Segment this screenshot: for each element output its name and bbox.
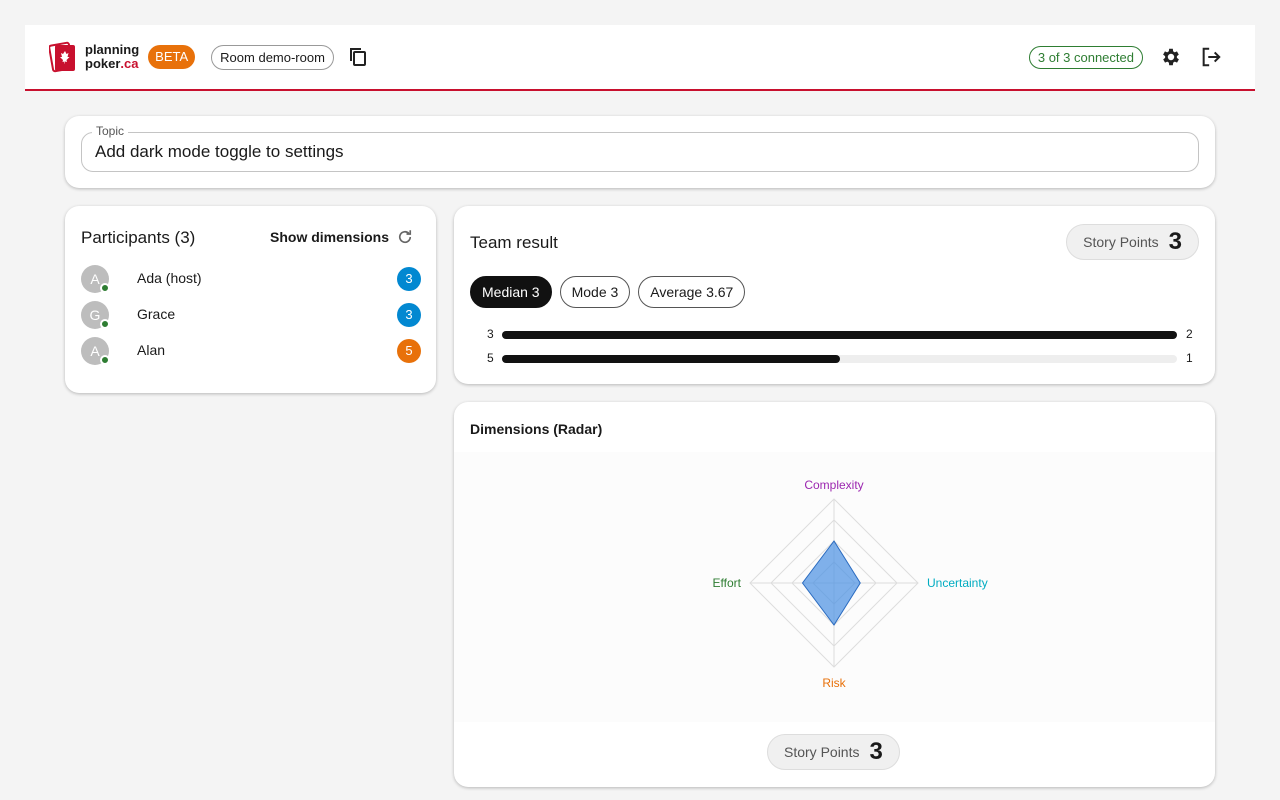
show-dimensions-button[interactable]: Show dimensions <box>270 229 389 245</box>
radar-data-polygon <box>801 540 861 626</box>
vote-badge: 5 <box>397 339 421 363</box>
online-status-dot <box>100 283 110 293</box>
stat-chips: Median 3 Mode 3 Average 3.67 <box>470 276 753 308</box>
participant-name: Ada (host) <box>137 270 202 286</box>
copy-icon[interactable] <box>346 45 370 69</box>
radar-axis-label: Risk <box>822 676 846 690</box>
room-chip: Room demo-room <box>211 44 334 70</box>
topic-input[interactable] <box>95 133 1185 171</box>
mode-chip[interactable]: Mode 3 <box>559 276 631 308</box>
online-status-dot <box>100 319 110 329</box>
median-chip[interactable]: Median 3 <box>470 276 552 308</box>
logo-line2-main: poker <box>85 56 121 71</box>
distribution-value: 5 <box>487 351 494 365</box>
distribution-count: 1 <box>1186 351 1193 365</box>
connection-status-badge: 3 of 3 connected <box>1028 45 1143 69</box>
participant-row: A Alan 5 <box>81 336 421 366</box>
distribution-count: 2 <box>1186 327 1193 341</box>
distribution-row: 5 1 <box>470 351 1200 365</box>
story-points-chip: Story Points 3 <box>1066 224 1199 260</box>
story-points-value: 3 <box>869 738 883 765</box>
participant-name: Grace <box>137 306 176 322</box>
vote-badge: 3 <box>397 303 421 327</box>
logo[interactable]: planning poker.ca <box>49 41 139 73</box>
story-points-value: 3 <box>1168 228 1182 255</box>
logo-text: planning poker.ca <box>85 43 139 71</box>
participant-name: Alan <box>137 342 166 358</box>
gear-icon[interactable] <box>1157 43 1185 71</box>
story-points-label: Story Points <box>1083 234 1159 250</box>
distribution-bar-track <box>502 355 1177 363</box>
participants-card: Participants (3) Show dimensions A Ada (… <box>65 206 436 393</box>
radar-title: Dimensions (Radar) <box>470 421 603 437</box>
story-points-chip-bottom: Story Points 3 <box>767 734 900 770</box>
logo-line2-accent: .ca <box>120 56 139 71</box>
radar-axis-label: Complexity <box>804 478 863 492</box>
team-result-card: Team result Story Points 3 Median 3 Mode… <box>454 206 1215 384</box>
distribution-value: 3 <box>487 327 494 341</box>
team-result-title: Team result <box>470 233 558 252</box>
logout-icon[interactable] <box>1197 43 1225 71</box>
logo-line2: poker.ca <box>85 57 139 71</box>
distribution-bar-track <box>502 331 1177 339</box>
distribution-bar <box>502 355 840 363</box>
refresh-icon[interactable] <box>396 228 414 246</box>
story-points-label: Story Points <box>784 744 860 760</box>
vote-badge: 3 <box>397 267 421 291</box>
online-status-dot <box>100 355 110 365</box>
radar-axis-label: Effort <box>713 576 742 590</box>
average-chip[interactable]: Average 3.67 <box>638 276 746 308</box>
participants-title: Participants (3) <box>81 228 196 247</box>
participant-row: G Grace 3 <box>81 300 421 330</box>
distribution-row: 3 2 <box>470 327 1200 341</box>
logo-line1: planning <box>85 42 140 57</box>
radar-axis-label: Uncertainty <box>927 576 988 590</box>
radar-card: Dimensions (Radar) Complexity Uncertainty… <box>454 402 1215 787</box>
top-bar: planning poker.ca BETA Room demo-room 3 … <box>25 25 1255 91</box>
beta-badge: BETA <box>148 45 196 69</box>
distribution-bar <box>502 331 1177 339</box>
topic-card: Topic <box>65 116 1215 188</box>
radar-chart: Complexity Uncertainty Risk Effort <box>713 478 988 690</box>
radar-chart-area: Complexity Uncertainty Risk Effort <box>454 452 1215 722</box>
maple-leaf-cards-icon <box>49 41 75 73</box>
topic-field: Topic <box>81 124 1199 172</box>
participant-row: A Ada (host) 3 <box>81 264 421 294</box>
